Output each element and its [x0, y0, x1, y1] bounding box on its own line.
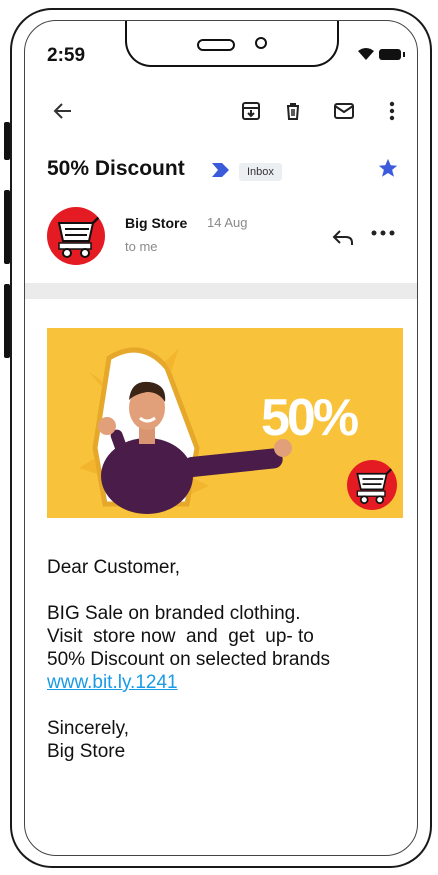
- email-body: Dear Customer, BIG Sale on branded cloth…: [47, 556, 401, 763]
- inbox-label-chip[interactable]: Inbox: [239, 163, 282, 181]
- recipient-label[interactable]: to me: [125, 239, 158, 254]
- phone-frame: 2:59 50% Discount Inbox Big Store 14 Aug…: [10, 8, 432, 868]
- promo-link[interactable]: www.bit.ly.1241: [47, 672, 178, 693]
- sender-row: Big Store 14 Aug to me: [47, 207, 407, 277]
- banner-logo: [347, 460, 397, 510]
- body-line: BIG Sale on branded clothing.: [47, 603, 301, 624]
- email-toolbar: [25, 95, 417, 135]
- body-signoff: Sincerely,: [47, 718, 130, 739]
- archive-icon[interactable]: [241, 101, 261, 121]
- mail-icon[interactable]: [333, 101, 355, 121]
- shopping-cart-icon: [57, 215, 103, 258]
- trash-icon[interactable]: [283, 101, 303, 121]
- status-time: 2:59: [47, 45, 86, 66]
- reply-icon[interactable]: [331, 227, 355, 247]
- speaker-icon: [197, 39, 235, 51]
- battery-icon: [379, 49, 405, 60]
- importance-marker-icon[interactable]: [212, 163, 230, 177]
- body-signature: Big Store: [47, 741, 126, 762]
- email-subject: 50% Discount: [47, 157, 185, 180]
- subject-row: 50% Discount Inbox: [47, 157, 407, 189]
- section-divider: [25, 283, 417, 299]
- phone-notch: [125, 21, 339, 67]
- email-date: 14 Aug: [207, 215, 248, 230]
- avatar[interactable]: [47, 207, 105, 265]
- sender-name: Big Store: [125, 215, 188, 231]
- body-line: 50% Discount on selected brands: [47, 649, 331, 670]
- more-horiz-icon[interactable]: [371, 229, 395, 237]
- phone-screen: 2:59 50% Discount Inbox Big Store 14 Aug…: [24, 20, 418, 856]
- wifi-icon: [358, 48, 374, 60]
- body-line: Visit store now and get up- to: [47, 626, 314, 647]
- body-greeting: Dear Customer,: [47, 557, 181, 578]
- more-vert-icon[interactable]: [389, 101, 395, 121]
- arrow-left-icon[interactable]: [53, 101, 73, 121]
- status-bar: 2:59: [25, 21, 417, 81]
- shopping-cart-icon: [356, 467, 396, 504]
- star-icon[interactable]: [377, 157, 399, 179]
- promo-banner[interactable]: 50%: [47, 328, 403, 518]
- promo-percent-text: 50%: [261, 389, 359, 447]
- camera-icon: [255, 37, 267, 49]
